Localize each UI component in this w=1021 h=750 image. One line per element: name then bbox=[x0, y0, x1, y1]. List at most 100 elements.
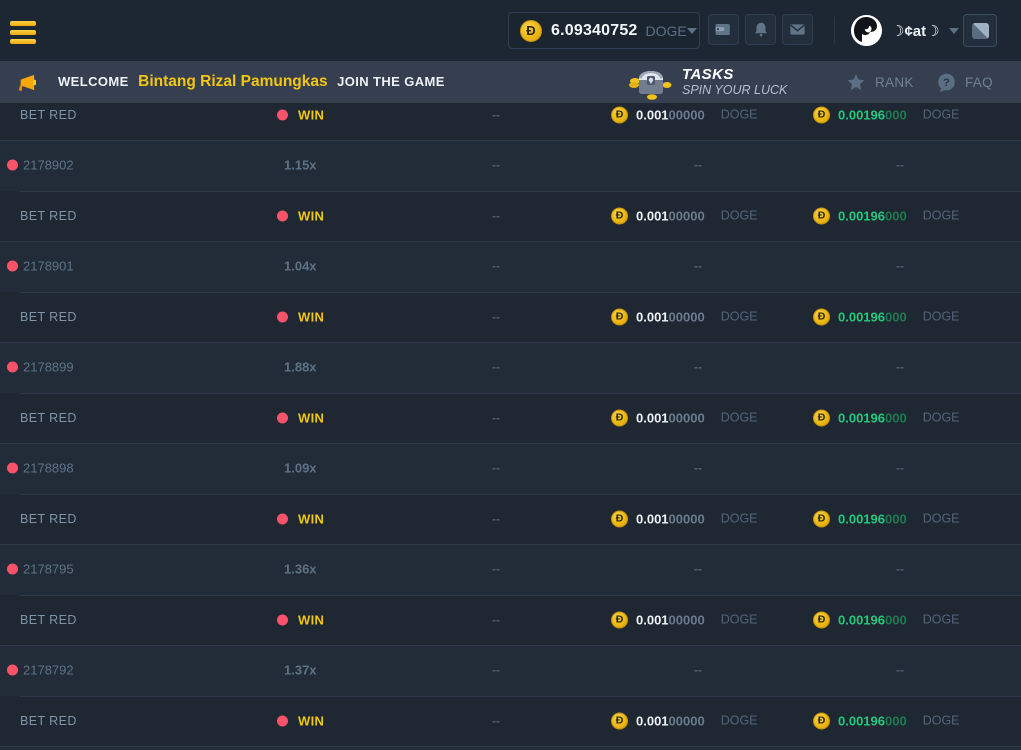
round-result-dot bbox=[7, 564, 18, 575]
doge-coin-icon: Đ bbox=[611, 409, 628, 426]
bet-currency-label: DOGE bbox=[721, 512, 758, 526]
bet-amount-trailing-zeros: 00000 bbox=[669, 309, 705, 324]
profit-amount-trailing-zeros: 000 bbox=[885, 208, 907, 223]
round-row: 21789011.04x------ bbox=[0, 241, 1021, 292]
chat-panel-icon bbox=[972, 23, 989, 39]
empty-cell: -- bbox=[492, 512, 500, 526]
round-row: 21788981.09x------ bbox=[0, 443, 1021, 494]
bet-color-dot bbox=[277, 109, 288, 120]
bet-currency-label: DOGE bbox=[721, 209, 758, 223]
star-icon bbox=[845, 72, 867, 93]
round-id: 2178901 bbox=[23, 259, 74, 274]
round-multiplier: 1.36x bbox=[284, 562, 317, 577]
bet-choice-label: BET RED bbox=[20, 411, 77, 425]
empty-cell: -- bbox=[492, 259, 500, 273]
doge-coin-icon: Đ bbox=[611, 611, 628, 628]
round-row: 21787921.37x------ bbox=[0, 645, 1021, 696]
profit-currency-label: DOGE bbox=[923, 613, 960, 627]
empty-cell: -- bbox=[492, 158, 500, 172]
empty-cell: -- bbox=[492, 714, 500, 728]
doge-coin-icon: Đ bbox=[611, 510, 628, 527]
bet-color-dot bbox=[277, 715, 288, 726]
bet-amount-trailing-zeros: 00000 bbox=[669, 208, 705, 223]
wallet-icon bbox=[714, 20, 733, 39]
doge-coin-icon: Đ bbox=[813, 712, 830, 729]
doge-coin-icon: Đ bbox=[611, 308, 628, 325]
next-row-edge bbox=[0, 746, 1021, 750]
profit-amount-trailing-zeros: 000 bbox=[885, 107, 907, 122]
rank-label: RANK bbox=[875, 75, 914, 90]
faq-label: FAQ bbox=[965, 75, 993, 90]
bet-row: BET RED WIN -- Đ 0.00100000 DOGEĐ0.00196000DO… bbox=[0, 595, 1021, 646]
chat-toggle-button[interactable] bbox=[963, 14, 997, 47]
bet-color-dot bbox=[277, 311, 288, 322]
notifications-button[interactable] bbox=[745, 14, 776, 45]
bet-amount-cell: Đ0.00100000DOGE bbox=[611, 308, 758, 325]
bet-result: WIN bbox=[277, 612, 324, 627]
bet-amount-trailing-zeros: 00000 bbox=[669, 612, 705, 627]
bet-amount: 0.001 bbox=[636, 410, 669, 425]
user-menu[interactable]: ☽¢at☽ bbox=[851, 0, 959, 61]
faq-link[interactable]: ? FAQ bbox=[936, 61, 993, 103]
round-row: 21789021.15x------ bbox=[0, 140, 1021, 191]
win-label: WIN bbox=[298, 713, 324, 728]
bet-amount-trailing-zeros: 00000 bbox=[669, 713, 705, 728]
avatar bbox=[851, 15, 882, 46]
empty-cell: -- bbox=[896, 360, 904, 374]
profit-currency-label: DOGE bbox=[923, 411, 960, 425]
empty-cell: -- bbox=[694, 562, 702, 576]
balance-selector[interactable]: Đ 6.09340752 DOGE bbox=[508, 12, 700, 49]
profit-amount: 0.00196 bbox=[838, 107, 885, 122]
bet-amount: 0.001 bbox=[636, 208, 669, 223]
balance-amount: 6.09340752 bbox=[551, 22, 638, 40]
messages-button[interactable] bbox=[782, 14, 813, 45]
bet-row: BET REDWIN--Đ0.00100000DOGEĐ0.00196000DO… bbox=[0, 494, 1021, 545]
bet-result: WIN bbox=[277, 309, 324, 324]
wallet-button[interactable] bbox=[708, 14, 739, 45]
bet-amount: 0.001 bbox=[636, 107, 669, 122]
profit-amount-cell: Đ0.00196000DOGE bbox=[813, 611, 960, 628]
header-separator bbox=[834, 17, 835, 44]
empty-cell: -- bbox=[492, 613, 500, 627]
empty-cell: -- bbox=[694, 461, 702, 475]
bet-result: WIN bbox=[277, 208, 324, 223]
doge-coin-icon: Đ bbox=[813, 308, 830, 325]
bet-amount-cell: Đ0.00100000DOGE bbox=[611, 510, 758, 527]
hamburger-menu-icon[interactable] bbox=[10, 21, 36, 44]
win-label: WIN bbox=[298, 612, 324, 627]
treasure-chest-icon bbox=[628, 64, 672, 100]
welcome-suffix: JOIN THE GAME bbox=[337, 74, 445, 89]
profit-amount-cell: Đ0.00196000DOGE bbox=[813, 510, 960, 527]
doge-coin-icon: Đ bbox=[813, 611, 830, 628]
profit-amount-cell: Đ0.00196000DOGE bbox=[813, 106, 960, 123]
bet-amount-cell: Đ0.00100000DOGE bbox=[611, 712, 758, 729]
profit-amount-trailing-zeros: 000 bbox=[885, 713, 907, 728]
bet-amount-trailing-zeros: 00000 bbox=[669, 410, 705, 425]
svg-text:?: ? bbox=[943, 77, 950, 89]
empty-cell: -- bbox=[492, 310, 500, 324]
profit-currency-label: DOGE bbox=[923, 209, 960, 223]
profit-amount-cell: Đ0.00196000DOGE bbox=[813, 207, 960, 224]
rank-link[interactable]: RANK bbox=[845, 61, 914, 103]
round-row: 21787951.36x------ bbox=[0, 544, 1021, 595]
profit-amount-trailing-zeros: 000 bbox=[885, 309, 907, 324]
doge-coin-icon: Đ bbox=[813, 106, 830, 123]
round-result-dot bbox=[7, 261, 18, 272]
doge-coin-icon: Đ bbox=[520, 20, 542, 42]
bet-currency-label: DOGE bbox=[721, 714, 758, 728]
round-multiplier: 1.15x bbox=[284, 158, 317, 173]
round-id: 2178795 bbox=[23, 562, 74, 577]
empty-cell: -- bbox=[694, 259, 702, 273]
empty-cell: -- bbox=[492, 360, 500, 374]
bet-currency-label: DOGE bbox=[721, 108, 758, 122]
bet-history-table[interactable]: BET REDWIN--Đ0.00100000DOGEĐ0.00196000DO… bbox=[0, 103, 1021, 750]
empty-cell: -- bbox=[896, 259, 904, 273]
bet-choice-label: BET RED bbox=[20, 613, 77, 627]
tasks-link[interactable]: TASKS SPIN YOUR LUCK bbox=[628, 61, 787, 103]
top-header-bar: Đ 6.09340752 DOGE bbox=[0, 0, 1021, 61]
bet-color-dot bbox=[277, 412, 288, 423]
profit-amount-cell: Đ0.00196000DOGE bbox=[813, 308, 960, 325]
welcome-prefix: WELCOME bbox=[58, 74, 129, 89]
bet-amount: 0.001 bbox=[636, 612, 669, 627]
round-id: 2178899 bbox=[23, 360, 74, 375]
